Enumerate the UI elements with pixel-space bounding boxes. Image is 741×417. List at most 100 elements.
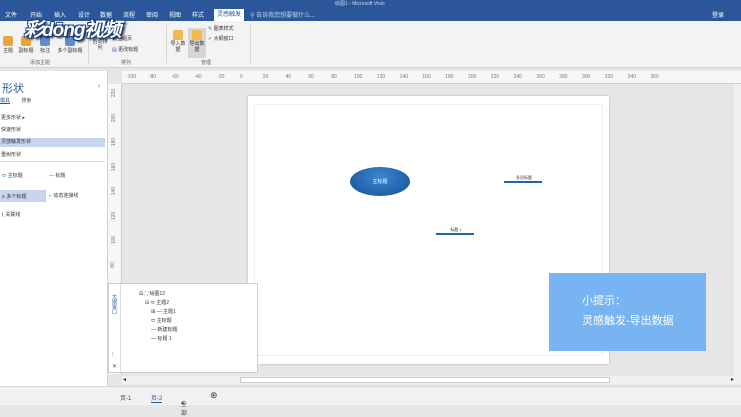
ruler-tick-label: 160 bbox=[111, 162, 118, 171]
window-title: 绘图1 - Microsoft Visio bbox=[335, 1, 385, 7]
list-item-tree-shapes[interactable]: 重树形状 bbox=[0, 151, 105, 160]
ruler-tick-label: 60 bbox=[308, 74, 314, 80]
horizontal-scrollbar[interactable]: ◂ ▸ bbox=[122, 376, 741, 384]
add-page-icon[interactable]: ⊕ bbox=[210, 390, 218, 401]
horizontal-ruler: -100 -80 -60 -40 -20 0 20 40 60 80 100 120 140 160 180… bbox=[122, 71, 741, 84]
shape-dynamic-connector[interactable]: ⌐ 动态连接线 bbox=[49, 192, 78, 199]
ruler-tick-label: 100 bbox=[111, 235, 118, 245]
ruler-tick-label: 100 bbox=[354, 74, 363, 80]
ruler-tick-label: 120 bbox=[376, 74, 386, 80]
tree-node-root[interactable]: ⊟ ⛶ 绘图12 bbox=[139, 290, 165, 297]
export-data-button[interactable]: 导出数据 bbox=[188, 28, 206, 58]
ruler-tick-label: 260 bbox=[536, 74, 545, 80]
line-icon: — bbox=[151, 336, 156, 342]
tab-style[interactable]: 样式 bbox=[192, 10, 204, 19]
import-data-button[interactable]: 导入数据 bbox=[170, 30, 186, 53]
tree-node-topic2[interactable]: ⊟ ⬭ 主题2 bbox=[145, 299, 169, 306]
tab-process[interactable]: 流程 bbox=[123, 10, 135, 19]
close-icon[interactable]: ✕ bbox=[112, 363, 117, 370]
ruler-tick-label: 300 bbox=[582, 74, 591, 80]
scroll-thumb[interactable] bbox=[240, 377, 610, 383]
tab-search[interactable]: 搜索 bbox=[21, 98, 31, 104]
change-title-icon: ▤ bbox=[112, 47, 117, 53]
check-icon: ✓ bbox=[208, 36, 213, 42]
shape-main-title[interactable]: ⬭ 主标题 bbox=[2, 172, 23, 179]
shape-title[interactable]: — 标题 bbox=[49, 172, 65, 179]
outline-window-checkbox[interactable]: ✓ 大纲窗口 bbox=[208, 35, 248, 42]
page-tab-1[interactable]: 页-1 bbox=[120, 393, 131, 402]
diagram-icon: ⛶ bbox=[144, 291, 149, 297]
collapse-panel-icon[interactable]: ‹ bbox=[98, 83, 100, 90]
scroll-left-icon[interactable]: ◂ bbox=[123, 376, 126, 383]
outline-sidebar: 大纲窗口 ⫶ ✕ bbox=[109, 284, 121, 372]
main-topic-button[interactable]: 主题 bbox=[1, 36, 15, 54]
list-item-more-shapes[interactable]: 更多形状 ▸ bbox=[0, 114, 105, 123]
ruler-tick-label: 360 bbox=[650, 74, 659, 80]
ruler-tick-label: -80 bbox=[148, 74, 157, 80]
ruler-tick-label: 180 bbox=[445, 74, 454, 80]
tab-review[interactable]: 审阅 bbox=[146, 10, 158, 19]
list-item-quick-shapes[interactable]: 快速形状 bbox=[0, 126, 105, 135]
subtopic-line[interactable] bbox=[504, 181, 542, 183]
tab-brainstorm[interactable]: 灵感触发 bbox=[214, 9, 245, 21]
tree-node-new-title[interactable]: — 新建标题 bbox=[151, 326, 177, 333]
ruler-tick-label: -100 bbox=[126, 74, 137, 80]
title1-line[interactable] bbox=[436, 233, 474, 235]
expand-icon: ⊞ bbox=[151, 309, 156, 315]
page-tab-2[interactable]: 页-2 bbox=[151, 393, 163, 403]
collapse-icon: ⊟ bbox=[139, 291, 144, 297]
line-icon: — bbox=[151, 327, 156, 333]
scroll-right-icon[interactable]: ▸ bbox=[731, 376, 734, 383]
panel-tabs: 模具 搜索 bbox=[0, 97, 31, 104]
line-icon: — bbox=[49, 173, 54, 179]
import-icon bbox=[173, 30, 183, 40]
list-item-brainstorm-shapes[interactable]: 灵感触发形状 bbox=[0, 138, 105, 147]
tab-file[interactable]: 文件 bbox=[5, 10, 17, 19]
ruler-tick-label: 220 bbox=[111, 88, 118, 98]
ruler-tick-label: 280 bbox=[559, 74, 568, 80]
shapes-panel: 形状 ‹ 模具 搜索 更多形状 ▸ 快速形状 灵感触发形状 重树形状 ⬭ 主标题… bbox=[0, 71, 108, 388]
pin-icon[interactable]: ⫶ bbox=[112, 352, 114, 359]
ruler-tick-label: -20 bbox=[217, 74, 225, 80]
ruler-tick-label: 220 bbox=[490, 74, 500, 80]
tell-me-box[interactable]: ⚲ 告诉我您想要做什么... bbox=[250, 10, 315, 19]
title-bar: 绘图1 - Microsoft Visio bbox=[0, 0, 741, 8]
main-topic-shape[interactable]: 主标题 bbox=[350, 167, 410, 196]
vertical-scrollbar[interactable] bbox=[734, 84, 741, 376]
tip-box: 小提示： 灵感触发-导出数据 bbox=[549, 273, 706, 351]
ruler-tick-label: 160 bbox=[422, 74, 431, 80]
login-link[interactable]: 登录 bbox=[712, 10, 724, 19]
tree-node-topic1[interactable]: ⊞ — 主题1 bbox=[151, 308, 176, 315]
connector-icon: ⌐ bbox=[49, 193, 52, 199]
ruler-tick-label: -60 bbox=[171, 74, 179, 80]
topic-icon bbox=[3, 36, 13, 46]
ruler-tick-label: 80 bbox=[109, 261, 116, 268]
chart-style-button[interactable]: ✎ 图表样式 bbox=[208, 25, 248, 32]
status-bar: 页-1 页-2 全部 ▴ ⊕ bbox=[0, 386, 741, 417]
line-icon: — bbox=[156, 309, 162, 315]
ruler-tick-label: 320 bbox=[604, 74, 614, 80]
ruler-tick-label: 80 bbox=[331, 74, 337, 80]
ellipse-icon: ⬭ bbox=[2, 173, 7, 179]
shape-multi-title[interactable]: ≡ 多个标题 bbox=[0, 190, 46, 202]
ruler-tick-label: 120 bbox=[111, 211, 118, 220]
tab-stencils[interactable]: 模具 bbox=[0, 98, 10, 104]
group-label-arrange: 排列 bbox=[121, 60, 132, 66]
shape-relation-line[interactable]: ⌊ 关联线 bbox=[2, 211, 20, 218]
export-icon bbox=[192, 30, 202, 40]
lines-icon: ≡ bbox=[2, 194, 5, 200]
tree-node-main-title[interactable]: ⬭ 主标题 bbox=[151, 317, 172, 324]
change-title-button[interactable]: ▤ 更改标题 bbox=[112, 46, 162, 53]
ruler-tick-label: 200 bbox=[468, 74, 477, 80]
relation-line-icon: ⌊ bbox=[2, 212, 4, 218]
outline-window-title: 大纲窗口 bbox=[111, 294, 117, 314]
tab-view[interactable]: 视图 bbox=[169, 10, 181, 19]
ruler-tick-label: 20 bbox=[262, 74, 269, 80]
ruler-tick-label: 340 bbox=[627, 74, 636, 80]
ruler-tick-label: 0 bbox=[240, 74, 243, 80]
tree-node-title1[interactable]: — 标题 1 bbox=[151, 335, 172, 342]
ruler-tick-label: 240 bbox=[513, 74, 522, 80]
group-label-manage: 管理 bbox=[201, 60, 212, 66]
chevron-right-icon: ▸ bbox=[22, 115, 25, 121]
shapes-panel-title: 形状 bbox=[2, 83, 24, 95]
